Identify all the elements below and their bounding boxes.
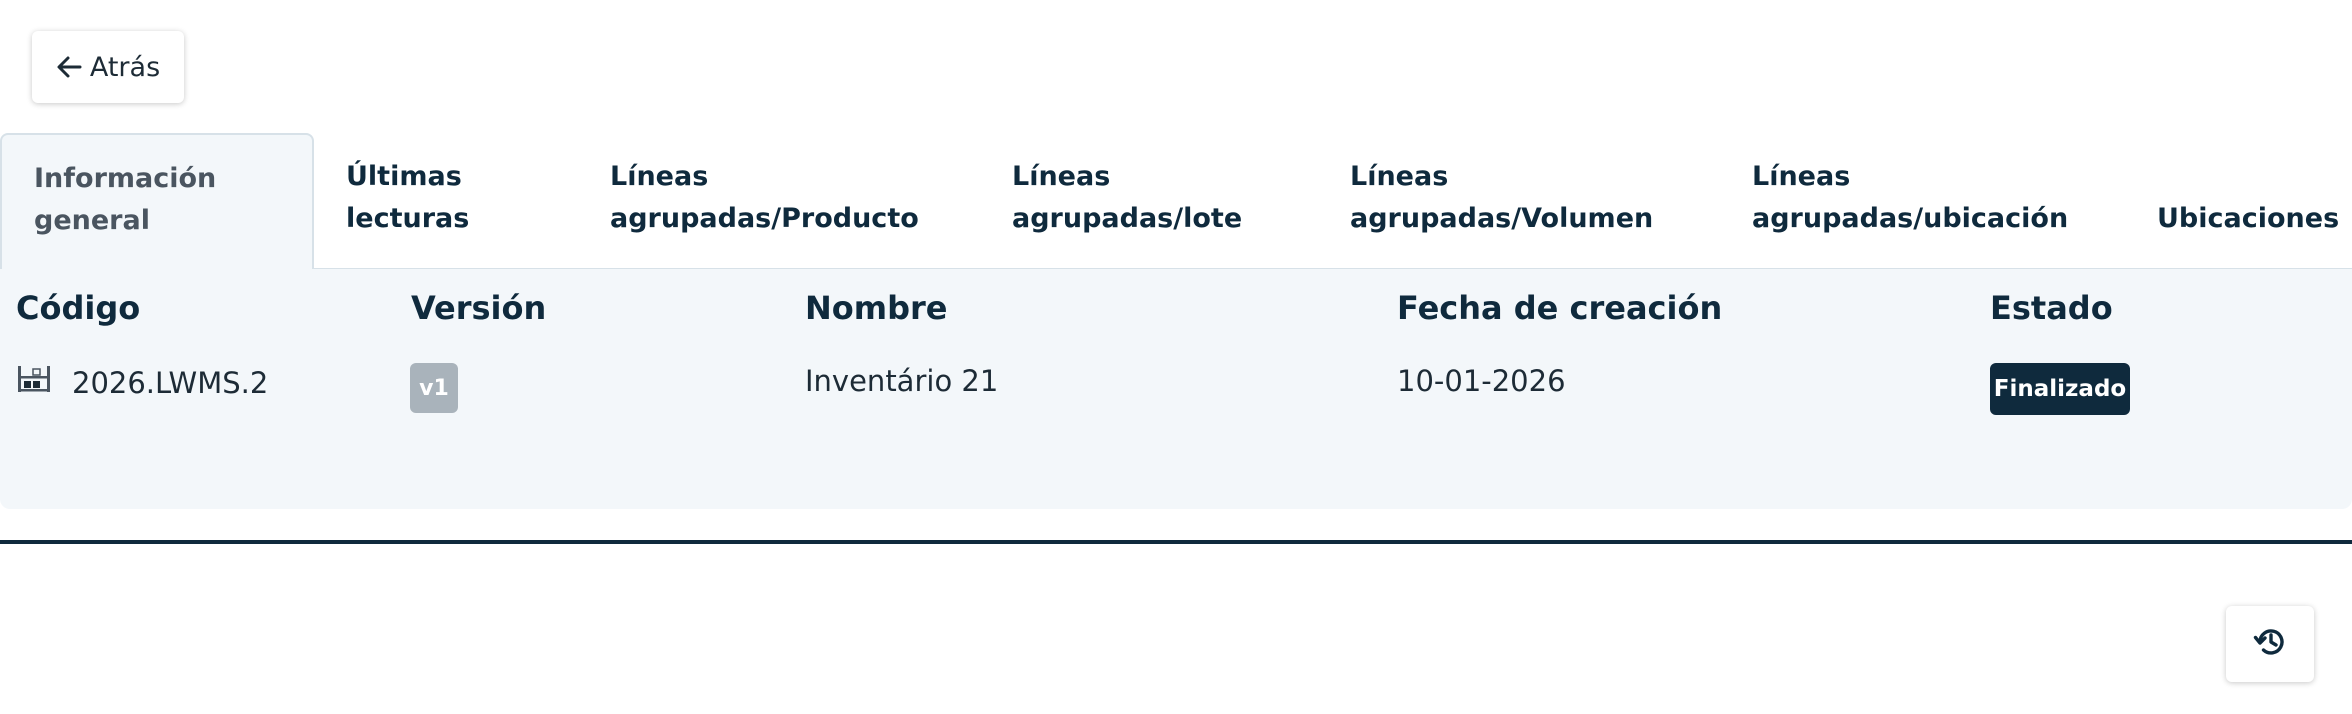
section-divider xyxy=(0,540,2352,544)
version-badge: v1 xyxy=(410,363,458,413)
tab-label: Líneas agrupadas/ubicación xyxy=(1752,161,2069,234)
tab-ultimas-lecturas[interactable]: Últimas lecturas xyxy=(314,133,578,270)
general-info-panel: Código Versión Nombre Fecha de creación … xyxy=(0,269,2352,509)
created-value: 10-01-2026 xyxy=(1397,364,1566,398)
tab-informacion-general[interactable]: Información general xyxy=(0,133,314,270)
arrow-left-icon xyxy=(56,55,82,79)
back-button[interactable]: Atrás xyxy=(32,31,184,103)
tab-lineas-agrupadas-lote[interactable]: Líneas agrupadas/lote xyxy=(980,133,1318,270)
tab-lineas-agrupadas-ubicacion[interactable]: Líneas agrupadas/ubicación xyxy=(1720,133,2125,270)
name-value: Inventário 21 xyxy=(805,364,999,398)
header-status: Estado xyxy=(1990,289,2113,327)
back-button-label: Atrás xyxy=(89,51,161,83)
header-version: Versión xyxy=(411,289,547,327)
tab-label: Últimas lecturas xyxy=(346,161,470,234)
code-value: 2026.LWMS.2 xyxy=(72,365,269,400)
tab-label: Líneas agrupadas/Volumen xyxy=(1350,161,1654,234)
header-code: Código xyxy=(16,289,141,327)
history-button[interactable] xyxy=(2226,606,2314,682)
header-name: Nombre xyxy=(805,289,948,327)
tab-label: Líneas agrupadas/Producto xyxy=(610,161,919,234)
code-cell: 2026.LWMS.2 xyxy=(16,364,268,401)
tab-lineas-agrupadas-volumen[interactable]: Líneas agrupadas/Volumen xyxy=(1318,133,1720,270)
tab-label: Líneas agrupadas/lote xyxy=(1012,161,1243,234)
tab-label: Ubicaciones xyxy=(2157,203,2340,234)
tab-label: Información general xyxy=(34,163,217,236)
tab-lineas-agrupadas-producto[interactable]: Líneas agrupadas/Producto xyxy=(578,133,980,270)
header-created: Fecha de creación xyxy=(1397,289,1723,327)
inventory-shelf-icon xyxy=(16,364,52,401)
tab-bar: Información general Últimas lecturas Línea… xyxy=(0,133,2352,270)
status-badge: Finalizado xyxy=(1990,363,2130,415)
tab-ubicaciones[interactable]: Ubicaciones xyxy=(2125,133,2352,270)
history-icon xyxy=(2253,626,2287,662)
